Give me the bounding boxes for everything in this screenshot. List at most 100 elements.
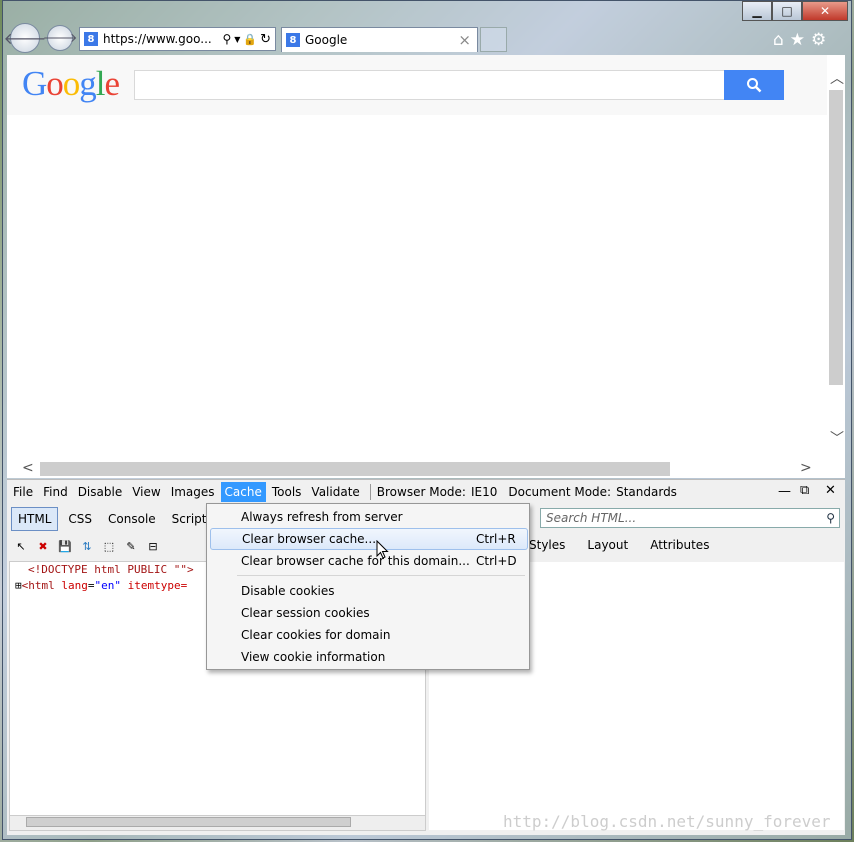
devtools-menubar: File Find Disable View Images Cache Tool… [7, 480, 845, 504]
dropdown-icon[interactable]: ▼ [234, 35, 240, 44]
minimize-button[interactable]: ▁ [742, 1, 772, 21]
menu-validate[interactable]: Validate [307, 482, 363, 502]
search-icon[interactable]: ⚲ [826, 511, 835, 525]
html-node-line[interactable]: ⊞<html lang="en" itemtype= [15, 579, 187, 592]
forward-arrow-icon: 🡒 [42, 31, 78, 46]
refresh-icon[interactable]: ↻ [260, 32, 271, 47]
clear-icon[interactable]: ✖ [35, 538, 51, 554]
menu-item-label: View cookie information [241, 650, 386, 664]
browser-mode-label[interactable]: Browser Mode: [377, 485, 466, 499]
google-search-button[interactable] [724, 70, 784, 100]
dom-scroll-thumb[interactable] [26, 817, 351, 827]
browser-tab[interactable]: 8 Google × [281, 27, 478, 52]
browser-toolbar: ⌂ ★ ⚙ [773, 30, 826, 50]
menu-item-always-refresh[interactable]: Always refresh from server [208, 506, 528, 528]
expand-icon[interactable]: ⊞ [15, 579, 22, 592]
lang-attr: lang [61, 579, 88, 592]
tab-title: Google [305, 33, 348, 47]
browser-mode-value[interactable]: IE10 [471, 485, 497, 499]
word-wrap-icon[interactable]: ⊟ [145, 538, 161, 554]
doctype-text: <!DOCTYPE html PUBLIC ""> [28, 563, 194, 576]
horizontal-scroll-thumb[interactable] [40, 462, 670, 476]
select-element-icon[interactable]: ↖ [13, 538, 29, 554]
menu-item-label: Disable cookies [241, 584, 335, 598]
logo-letter: G [22, 64, 47, 103]
html-toolbar: ↖ ✖ 💾 ⇅ ⬚ ✎ ⊟ [13, 538, 161, 554]
doctype-line[interactable]: <!DOCTYPE html PUBLIC ""> [28, 563, 194, 576]
devtools-minimize-icon[interactable]: — [778, 484, 791, 499]
new-tab-button[interactable] [480, 27, 507, 52]
menu-find[interactable]: Find [39, 482, 72, 502]
settings-gear-icon[interactable]: ⚙ [811, 30, 826, 50]
menu-item-disable-cookies[interactable]: Disable cookies [208, 580, 528, 602]
home-icon[interactable]: ⌂ [773, 30, 784, 50]
mouse-cursor-icon [376, 540, 389, 559]
devtools-undock-icon[interactable]: ⧉ [800, 483, 809, 498]
tab-close-icon[interactable]: × [458, 31, 471, 49]
devtools-tabs: HTML CSS Console Script [7, 506, 212, 532]
menu-item-label: Clear browser cache... [242, 532, 377, 546]
tab-html[interactable]: HTML [11, 507, 59, 531]
menu-item-clear-cache-domain[interactable]: Clear browser cache for this domain... C… [208, 550, 528, 572]
tab-console[interactable]: Console [102, 508, 162, 530]
back-arrow-icon: 🡐 [3, 29, 47, 48]
logo-letter: o [46, 64, 63, 103]
tab-layout[interactable]: Layout [587, 538, 628, 552]
tab-styles[interactable]: Styles [529, 538, 565, 552]
google-search-input[interactable] [134, 70, 725, 100]
logo-letter: e [104, 64, 121, 103]
back-button[interactable]: 🡐 [4, 23, 46, 53]
scroll-left-icon[interactable]: < [22, 460, 34, 476]
maximize-button[interactable]: □ [772, 1, 802, 21]
vertical-scroll-thumb[interactable] [829, 90, 843, 385]
address-url[interactable]: https://www.goo... [103, 32, 222, 46]
watermark: http://blog.csdn.net/sunny_forever [503, 812, 831, 831]
menu-item-clear-cookies-domain[interactable]: Clear cookies for domain [208, 624, 528, 646]
devtools-close-icon[interactable]: ✕ [825, 483, 836, 498]
search-html-input[interactable]: Search HTML... ⚲ [540, 508, 840, 528]
logo-letter: g [79, 64, 96, 103]
magnifier-icon [747, 78, 762, 93]
tab-attributes[interactable]: Attributes [650, 538, 709, 552]
scroll-right-icon[interactable]: > [800, 460, 812, 476]
lang-value: "en" [94, 579, 122, 592]
menu-file[interactable]: File [9, 482, 37, 502]
document-mode-value[interactable]: Standards [616, 485, 677, 499]
menu-item-label: Clear cookies for domain [241, 628, 391, 642]
save-icon[interactable]: 💾 [57, 538, 73, 554]
edit-icon[interactable]: ✎ [123, 538, 139, 554]
google-logo[interactable]: Google [22, 64, 121, 104]
page-viewport [7, 55, 845, 478]
menu-item-shortcut: Ctrl+D [476, 554, 517, 568]
itemtype-attr: itemtype= [127, 579, 188, 592]
refresh-dom-icon[interactable]: ⇅ [79, 538, 95, 554]
menu-item-shortcut: Ctrl+R [476, 532, 516, 546]
menu-item-label: Clear browser cache for this domain... [241, 554, 470, 568]
logo-letter: o [62, 64, 80, 103]
document-mode-label[interactable]: Document Mode: [508, 485, 611, 499]
menu-tools[interactable]: Tools [268, 482, 306, 502]
google-favicon-icon: 8 [286, 33, 300, 47]
menu-view[interactable]: View [128, 482, 164, 502]
right-pane-tabs: Styles Layout Attributes [529, 538, 709, 552]
lock-icon: 🔒 [243, 32, 258, 46]
window-controls: ▁ □ ✕ [742, 1, 848, 21]
html-tag: <html [21, 579, 62, 592]
menu-item-clear-browser-cache[interactable]: Clear browser cache... Ctrl+R [210, 528, 528, 550]
menu-item-clear-session-cookies[interactable]: Clear session cookies [208, 602, 528, 624]
search-icon[interactable]: ⚲ [222, 32, 231, 46]
forward-button[interactable]: 🡒 [43, 25, 77, 51]
menu-cache[interactable]: Cache [220, 482, 266, 502]
menu-item-view-cookie-info[interactable]: View cookie information [208, 646, 528, 668]
menu-images[interactable]: Images [167, 482, 219, 502]
close-window-button[interactable]: ✕ [802, 1, 848, 21]
tab-css[interactable]: CSS [62, 508, 98, 530]
scroll-down-icon[interactable]: ﹀ [830, 428, 844, 448]
address-bar[interactable]: 8 https://www.goo... ⚲ ▼ 🔒 ↻ [79, 27, 276, 51]
scroll-up-icon[interactable]: ︿ [830, 68, 844, 88]
dom-view-icon[interactable]: ⬚ [101, 538, 117, 554]
menu-disable[interactable]: Disable [74, 482, 127, 502]
menu-item-label: Always refresh from server [241, 510, 403, 524]
favorites-star-icon[interactable]: ★ [790, 30, 805, 50]
menu-separator [237, 575, 525, 576]
